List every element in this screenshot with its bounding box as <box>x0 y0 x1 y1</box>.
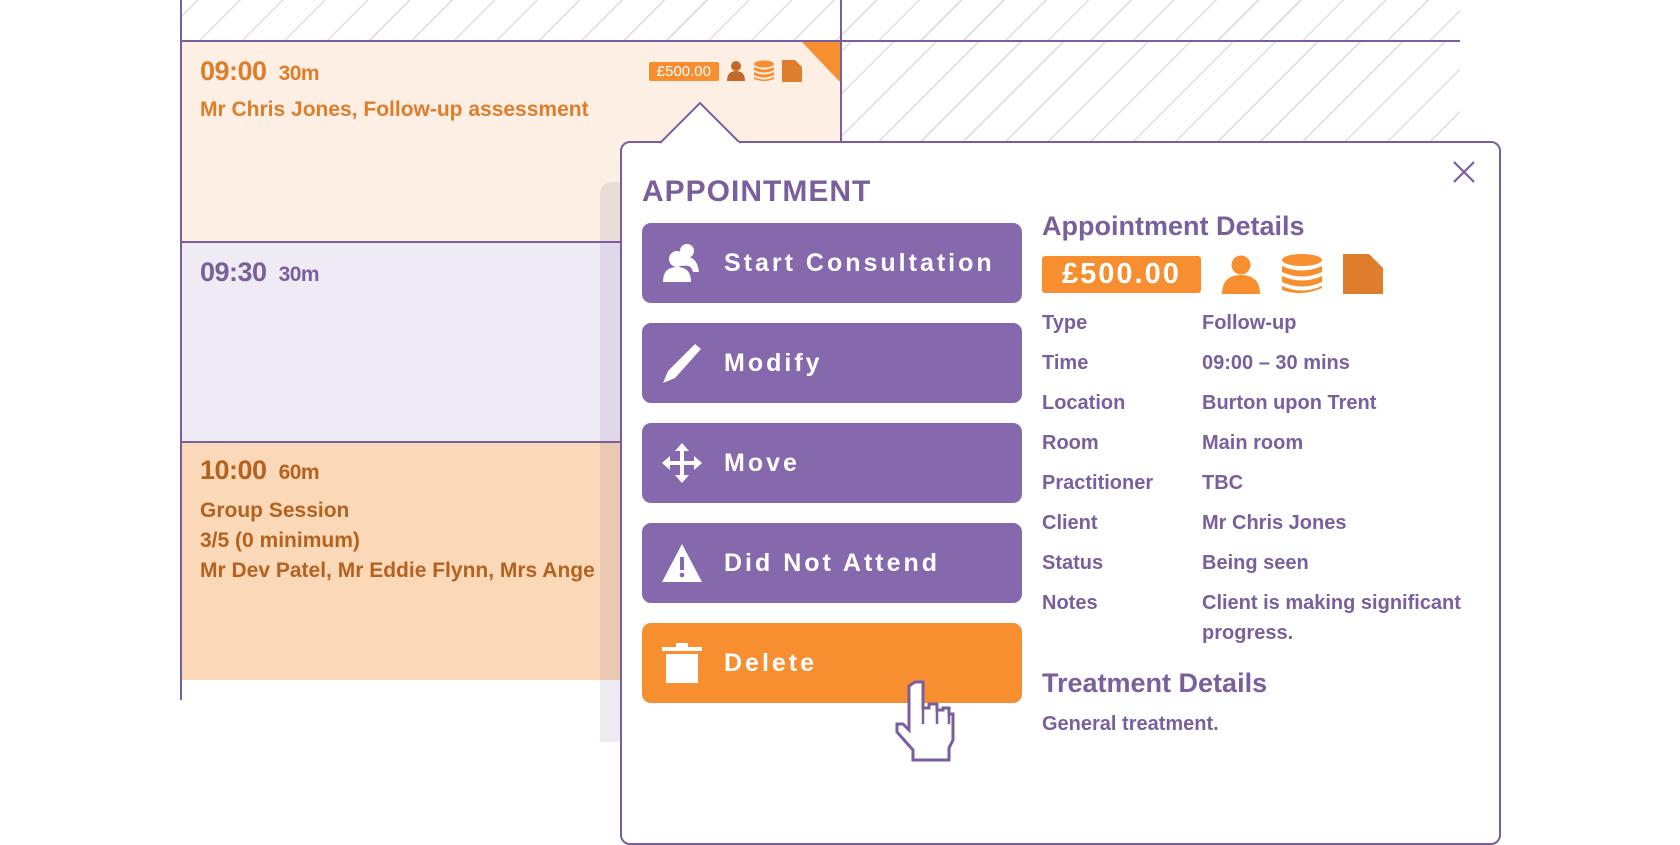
modify-button[interactable]: Modify <box>642 323 1022 403</box>
price-badge: £500.00 <box>648 61 719 81</box>
popup-title: APPOINTMENT <box>642 175 872 208</box>
slot-title: Group Session <box>200 499 350 522</box>
detail-row-location: Location Burton upon Trent <box>1042 392 1377 414</box>
price-badge: £500.00 <box>1042 255 1201 293</box>
details-badges: £500.00 <box>1042 254 1482 294</box>
person-icon <box>1221 255 1260 294</box>
details-table: Type Follow-up Time 09:00 – 30 mins Locati… <box>1042 308 1482 648</box>
button-label: Did Not Attend <box>724 548 941 577</box>
slot-badges: £500.00 <box>648 60 802 82</box>
detail-row-status: Status Being seen <box>1042 552 1309 574</box>
detail-row-client: Client Mr Chris Jones <box>1042 512 1347 534</box>
column-divider-mid <box>840 0 842 141</box>
detail-row-notes: Notes Client is making significant progre… <box>1042 592 1461 644</box>
popup-arrow <box>660 101 741 145</box>
trash-icon <box>660 641 704 685</box>
slot-time: 10:00 <box>200 455 267 485</box>
detail-row-type: Type Follow-up <box>1042 312 1297 334</box>
slot-time: 09:00 <box>200 56 267 86</box>
button-label: Modify <box>724 348 823 377</box>
treatment-heading: Treatment Details <box>1042 668 1268 698</box>
details-heading: Appointment Details <box>1042 211 1305 241</box>
unavailable-slot-right <box>842 42 1460 141</box>
action-list: Start Consultation Modify Move Did Not A… <box>642 223 1022 723</box>
consultation-icon <box>660 241 704 285</box>
treatment-text: General treatment. <box>1042 713 1219 735</box>
button-label: Move <box>724 448 800 477</box>
unavailable-slot-top <box>182 0 1460 40</box>
delete-button[interactable]: Delete <box>642 623 1022 703</box>
detail-row-practitioner: Practitioner TBC <box>1042 472 1244 494</box>
person-icon <box>727 61 745 81</box>
start-consultation-button[interactable]: Start Consultation <box>642 223 1022 303</box>
appointment-details: Appointment Details £500.00 Type Follow-u… <box>1042 211 1482 736</box>
slot-duration: 30m <box>278 263 320 286</box>
status-corner-flag <box>802 42 840 82</box>
move-button[interactable]: Move <box>642 423 1022 503</box>
button-label: Delete <box>724 648 818 677</box>
pencil-icon <box>660 341 704 385</box>
popup-shadow <box>600 182 622 742</box>
slot-time: 09:30 <box>200 257 267 287</box>
warning-icon <box>660 541 704 585</box>
slot-duration: 30m <box>278 62 320 85</box>
slot-attendees: Mr Dev Patel, Mr Eddie Flynn, Mrs Ange <box>200 559 595 582</box>
treatment-details: Treatment Details General treatment. <box>1042 668 1482 736</box>
hand-cursor-icon <box>895 680 955 762</box>
detail-row-time: Time 09:00 – 30 mins <box>1042 352 1350 374</box>
close-icon[interactable] <box>1451 159 1477 185</box>
coins-icon <box>754 60 774 81</box>
file-icon <box>782 60 802 82</box>
button-label: Start Consultation <box>724 248 995 277</box>
slot-duration: 60m <box>278 461 320 484</box>
detail-row-room: Room Main room <box>1042 432 1304 454</box>
file-icon <box>1342 254 1383 294</box>
appointment-popup: APPOINTMENT Start Consultation Modify Mo… <box>620 141 1501 845</box>
coins-icon <box>1281 254 1322 294</box>
move-icon <box>660 441 704 485</box>
did-not-attend-button[interactable]: Did Not Attend <box>642 523 1022 603</box>
slot-capacity: 3/5 (0 minimum) <box>200 529 360 552</box>
slot-description: Mr Chris Jones, Follow-up assessment <box>200 98 589 121</box>
